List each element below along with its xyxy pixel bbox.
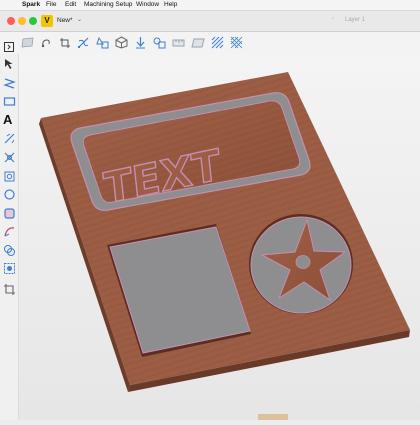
menu-bar: Spark File Edit Machining Setup Window H… <box>0 0 420 11</box>
menu-machining-setup[interactable]: Machining Setup <box>84 1 132 8</box>
curve-icon[interactable] <box>2 224 16 238</box>
rectangle-icon[interactable] <box>2 94 16 108</box>
edit-nodes-icon[interactable] <box>2 169 16 183</box>
circle-icon[interactable] <box>2 187 16 201</box>
svg-text:A: A <box>3 112 13 126</box>
close-window-button[interactable] <box>7 17 15 25</box>
measure-icon[interactable] <box>171 35 186 50</box>
canvas-scene: TEXT <box>19 54 420 420</box>
group-icon[interactable] <box>152 35 167 50</box>
star-circle-pocket <box>249 214 353 314</box>
join-icon[interactable] <box>133 35 148 50</box>
menu-help[interactable]: Help <box>164 1 177 8</box>
node-edit-icon[interactable] <box>38 35 53 50</box>
app-logo-icon: V <box>41 15 53 27</box>
document-title[interactable]: New* <box>57 17 73 24</box>
hatch-icon[interactable] <box>210 35 225 50</box>
crop-icon[interactable] <box>57 35 72 50</box>
box-view-icon[interactable] <box>114 35 129 50</box>
menu-edit[interactable]: Edit <box>65 1 76 8</box>
text-icon[interactable]: A <box>2 112 16 126</box>
top-toolbar <box>0 32 420 54</box>
layer-chevron-icon[interactable]: ‹ <box>332 16 334 22</box>
menu-file[interactable]: File <box>46 1 56 8</box>
minimize-window-button[interactable] <box>18 17 26 25</box>
document-menu-chevron-icon[interactable]: ⌄ <box>77 16 82 23</box>
plane-icon[interactable] <box>190 35 205 50</box>
grid-hatch-icon[interactable] <box>229 35 244 50</box>
zoom-window-button[interactable] <box>29 17 37 25</box>
crop-tool-icon[interactable] <box>2 282 16 296</box>
select-icon[interactable] <box>2 56 16 70</box>
transform-icon[interactable] <box>76 35 91 50</box>
layer-selector[interactable]: Layer 1 <box>345 17 365 23</box>
menu-app-spark[interactable]: Spark <box>22 1 40 8</box>
polyline-icon[interactable] <box>2 75 16 89</box>
frame-icon[interactable] <box>20 35 35 50</box>
offset-icon[interactable] <box>2 150 16 164</box>
toggle-panel-icon[interactable] <box>2 40 16 54</box>
3d-canvas[interactable]: TEXT <box>19 54 420 420</box>
path-icon[interactable] <box>2 131 16 145</box>
tools-sidebar: A <box>0 42 19 420</box>
window-title-bar: V New* ⌄ ‹ Layer 1 <box>0 11 420 32</box>
bottom-fixture <box>258 414 288 420</box>
rounded-rect-icon[interactable] <box>2 206 16 220</box>
shape-icon[interactable] <box>95 35 110 50</box>
weld-icon[interactable] <box>2 243 16 257</box>
menu-window[interactable]: Window <box>136 1 159 8</box>
boolean-icon[interactable] <box>2 261 16 275</box>
